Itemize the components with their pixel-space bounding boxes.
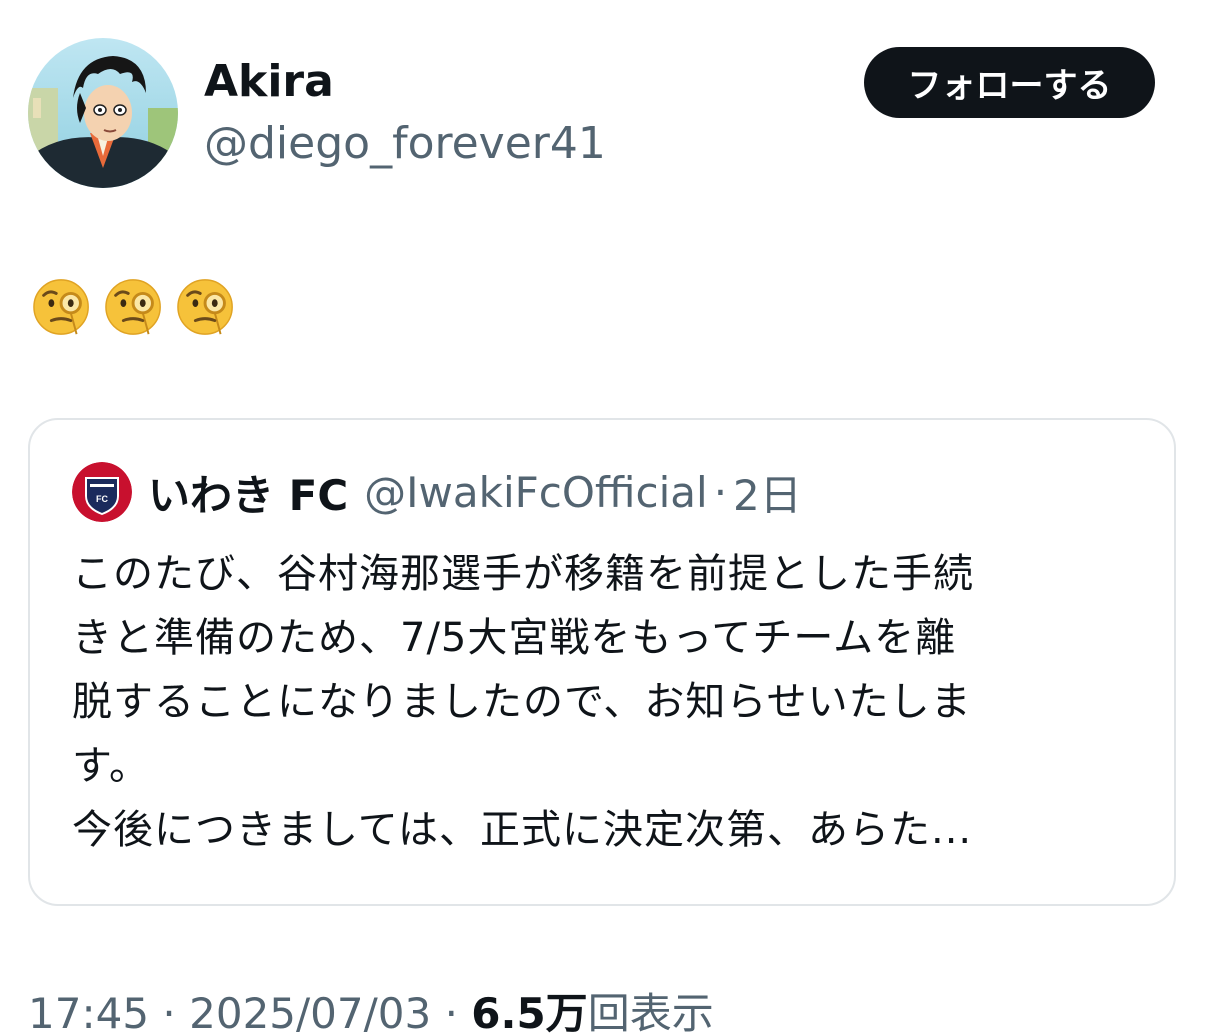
author-avatar[interactable] — [28, 38, 178, 188]
views-label: 回表示 — [587, 989, 714, 1034]
quoted-tweet-header: FC いわき FC @IwakiFcOfficial · 2日 — [72, 462, 802, 522]
face-with-monocle-icon — [177, 279, 233, 335]
iwaki-fc-crest-icon[interactable]: FC — [72, 462, 132, 522]
tweet-detail: Akira @diego_forever41 フォローする FC いわき FC … — [0, 0, 1206, 1034]
svg-text:FC: FC — [96, 494, 108, 504]
tweet-date[interactable]: 2025/07/03 — [189, 989, 431, 1034]
tweet-time[interactable]: 17:45 — [28, 989, 149, 1034]
quoted-author-handle[interactable]: @IwakiFcOfficial — [364, 468, 708, 517]
quoted-author-name[interactable]: いわき FC — [148, 462, 348, 523]
tweet-text — [32, 276, 238, 340]
follow-button[interactable]: フォローする — [864, 47, 1155, 118]
quoted-tweet-text: このたび、谷村海那選手が移籍を前提とした手続 きと準備のため、7/5大宮戦をもっ… — [72, 551, 974, 853]
separator-dot: · — [713, 467, 728, 517]
anime-character-avatar-icon — [28, 38, 178, 188]
author-handle[interactable]: @diego_forever41 — [204, 114, 606, 174]
face-with-monocle-icon — [33, 279, 89, 335]
quoted-tweet-card[interactable]: FC いわき FC @IwakiFcOfficial · 2日 このたび、谷村海… — [28, 418, 1176, 906]
separator-dot: · — [444, 989, 458, 1034]
face-with-monocle-icon — [105, 279, 161, 335]
separator-dot: · — [162, 989, 176, 1034]
tweet-meta: 17:45 · 2025/07/03 · 6.5万回表示 — [28, 984, 714, 1034]
quoted-tweet-time[interactable]: 2日 — [733, 462, 802, 523]
views-count[interactable]: 6.5万 — [471, 989, 587, 1034]
author-display-name[interactable]: Akira — [204, 52, 334, 112]
